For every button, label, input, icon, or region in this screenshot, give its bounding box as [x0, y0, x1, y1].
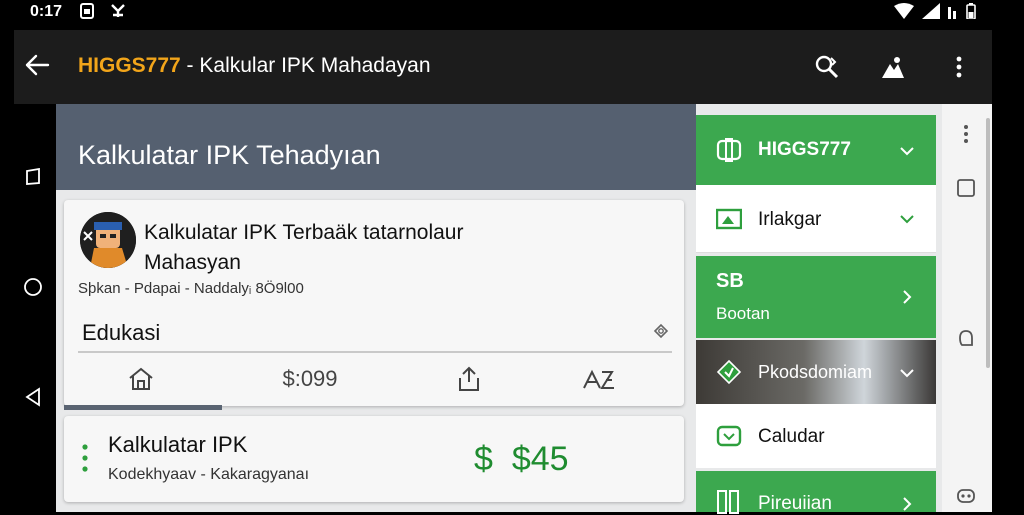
wifi-icon [894, 3, 914, 19]
arrow-left-icon [25, 54, 50, 76]
list-item-title: Kalkulatar IPK [108, 432, 248, 457]
more-button[interactable] [944, 52, 974, 82]
title-separator: - [180, 54, 200, 77]
menu-item-bootan[interactable]: SB Bootan [696, 256, 936, 338]
tab-home[interactable] [116, 362, 166, 396]
tab-price-label: $:099 [282, 366, 338, 391]
square-icon[interactable] [956, 178, 976, 198]
chevron-down-icon [900, 215, 914, 224]
search-icon [815, 55, 839, 79]
menu-item-label: Caludar [758, 426, 825, 447]
circle-icon [24, 278, 42, 296]
hand-icon[interactable] [956, 328, 976, 348]
app-title-text: Kalkular IPK Mahadayan [199, 54, 431, 77]
right-rail [942, 104, 992, 512]
share-icon [459, 366, 479, 391]
signal-icon [948, 7, 956, 19]
search-button[interactable] [812, 52, 842, 82]
tab-price[interactable]: $:099 [260, 362, 360, 396]
tab-sort[interactable] [574, 362, 624, 396]
status-time: 0:17 [30, 3, 63, 20]
chevron-down-icon [900, 369, 914, 378]
chevron-right-icon [903, 290, 912, 304]
menu-item-pkodsdomiam[interactable]: Pkodsdomiam [696, 340, 936, 404]
home-icon [129, 367, 153, 390]
recents-button[interactable] [22, 166, 44, 188]
tab-share[interactable] [444, 362, 494, 396]
status-bar: 0:17 [0, 0, 1024, 26]
menu-item-pireuiian[interactable]: Pireuiian [696, 471, 936, 514]
app-card: Kalkulatar IPK Terbaäk tatarnolaur Mahas… [64, 200, 684, 410]
brand-label: HIGGS777 [78, 54, 181, 77]
hero-banner: Kalkulatar IPK Tehadyıan [56, 104, 696, 190]
menu-item-badge: SB [716, 270, 744, 292]
more-vert-icon [956, 56, 962, 78]
card-title: Kalkulatar IPK Terbaäk tatarnolaur Mahas… [144, 221, 464, 274]
signal-icon [922, 3, 940, 19]
list-item-price: $ $45 [474, 440, 569, 479]
square-icon [26, 168, 40, 185]
leaf-shield-icon [716, 359, 742, 385]
drag-handle-icon [82, 444, 88, 477]
list-item[interactable]: Kalkulatar IPK Kodekhyaav - Kakaragyanaı… [64, 416, 684, 502]
app-title: HIGGS777 - Kalkular IPK Mahadayan [78, 54, 431, 78]
back-button[interactable] [24, 52, 54, 82]
battery-icon [966, 3, 976, 19]
card-tabs: $:099 [64, 358, 684, 402]
menu-item-caludar[interactable]: Caludar [696, 404, 936, 468]
chevron-down-icon [900, 147, 914, 156]
triangle-back-icon [25, 387, 40, 407]
menu-item-label: Irlakgar [758, 209, 822, 230]
info-button[interactable] [652, 322, 670, 340]
price-value: $45 [511, 440, 569, 478]
app-badge-icon [111, 4, 125, 17]
info-icon [653, 323, 669, 339]
side-menu: HIGGS777 Irlakgar SB Bootan Pkodsdomiam … [696, 115, 936, 514]
home-button[interactable] [22, 276, 44, 298]
card-subtitle: Sþkan - Pdapai - Naddalyᵢ 8Ö9l00 [78, 280, 304, 297]
share-icon [882, 57, 904, 78]
menu-item-label: Pkodsdomiam [758, 362, 873, 382]
back-nav-button[interactable] [22, 386, 44, 408]
book-icon [717, 490, 739, 514]
avatar [80, 212, 136, 268]
list-item-subtitle: Kodekhyaav - Kakaragyanaı [108, 466, 310, 483]
menu-item-label: Bootan [716, 304, 770, 323]
more-vert-icon[interactable] [956, 124, 976, 144]
card-category: Edukasi [82, 320, 161, 345]
avatar-illustration-icon [80, 212, 136, 268]
divider [78, 351, 672, 353]
menu-item-label: HIGGS777 [758, 139, 851, 160]
app-bar: HIGGS777 - Kalkular IPK Mahadayan [14, 30, 992, 104]
tab-indicator [64, 405, 222, 410]
price-symbol: $ [474, 440, 493, 478]
image-icon [716, 208, 742, 230]
menu-item-irlakgar[interactable]: Irlakgar [696, 185, 936, 253]
gamepad-icon [716, 138, 742, 162]
sim-card-icon [80, 3, 94, 19]
menu-item-higgs[interactable]: HIGGS777 [696, 115, 936, 185]
sort-icon [583, 369, 614, 389]
gamepad-icon[interactable] [956, 486, 976, 506]
chevron-right-icon [903, 497, 912, 511]
calendar-icon [716, 425, 742, 447]
share-button[interactable] [878, 52, 908, 82]
hero-title: Kalkulatar IPK Tehadyıan [78, 140, 381, 170]
scrollbar[interactable] [986, 118, 990, 368]
